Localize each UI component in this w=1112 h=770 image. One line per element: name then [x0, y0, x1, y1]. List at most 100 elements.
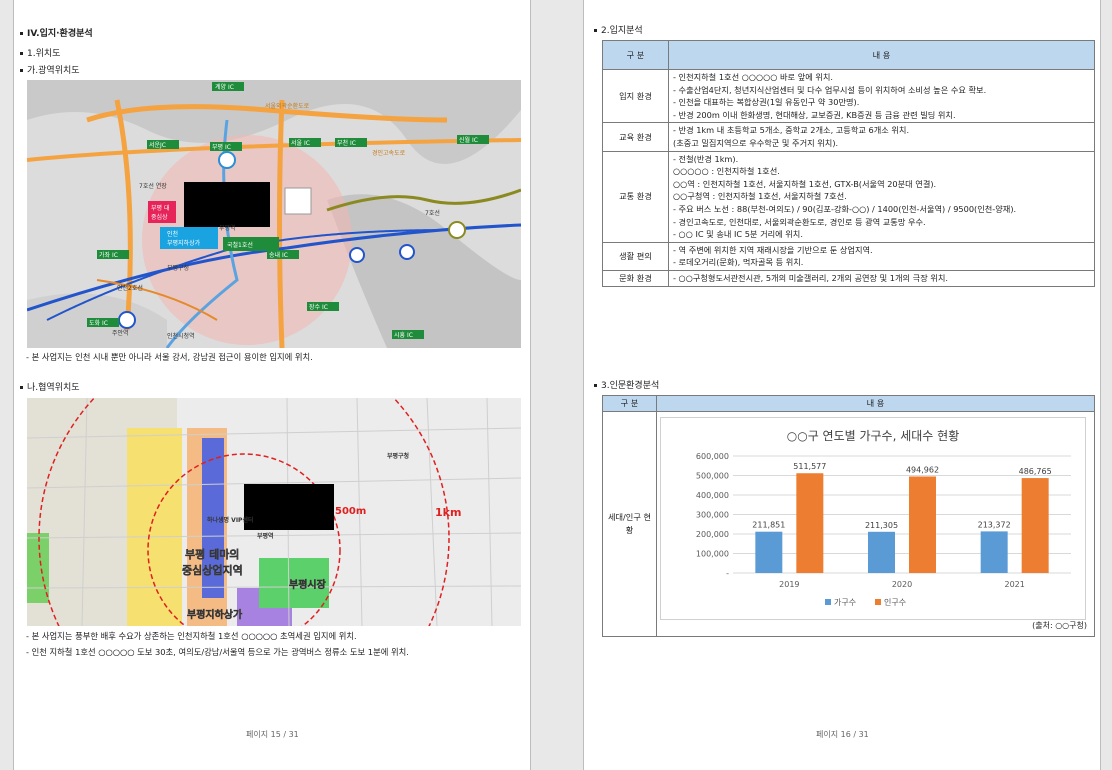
map-label: 부평 대 [151, 204, 169, 212]
table2-chart-cell: ○○구 연도별 가구수, 세대수 현황 600,000 500,000 400,000… [656, 411, 1095, 637]
section-title: IV.입지·환경분석 [20, 28, 93, 40]
legend-label: 인구수 [884, 597, 906, 607]
wide-area-map: 계양 IC 서울외곽순환도로 서운JC 부평 IC 서울 IC 부천 IC 신월… [27, 80, 521, 348]
narrow-map-caption-1: - 본 사업지는 풍부한 배후 수요가 상존하는 인천지하철 1호선 ○○○○○… [26, 631, 357, 641]
data-label: 213,372 [978, 520, 1011, 529]
content-line: - 반경 200m 이내 한화생명, 현대해상, 교보증권, KB증권 등 금융… [673, 109, 956, 120]
table-row-content: - 전철(반경 1km). ○○○○○ : 인천지하철 1호선. ○○역 : 인… [668, 150, 1095, 243]
wide-map-caption: - 본 사업지는 인천 시내 뿐만 아니라 서울 강서, 강남권 접근이 용이한… [26, 352, 313, 362]
bullet-icon [594, 29, 597, 32]
bar-population [909, 476, 936, 573]
bullet-icon [20, 32, 23, 35]
table-row: 생활 편의 - 역 주변에 위치한 지역 재래시장을 기반으로 둔 상업지역. - … [602, 241, 1095, 271]
bar-population [1021, 478, 1049, 573]
subheading-wide-map: 가.광역위치도 [20, 65, 80, 77]
map-label: 부천 IC [337, 139, 356, 147]
map-label: 하나생명 VIP센터 [207, 516, 253, 524]
map-label: 인천 [167, 230, 178, 238]
narrow-map-caption-2: - 인천 지하철 1호선 ○○○○○ 도보 30초, 여의도/강남/서울역 등으… [26, 647, 409, 657]
table2-header-content: 내 용 [656, 395, 1095, 412]
y-tick-label: 600,000 [696, 452, 729, 461]
map-label: 시흥 IC [394, 331, 413, 339]
content-line: (초중고 밀집지역으로 우수학군 및 주거지 위치). [673, 137, 839, 148]
map-label: 계양 IC [215, 83, 234, 91]
x-tick-label: 2019 [779, 580, 799, 589]
x-tick-label: 2021 [1004, 580, 1024, 589]
data-label: 494,962 [906, 465, 939, 474]
map-label: 7호선 연장 [139, 182, 167, 190]
content-line: - ○○구청형도서관전시관, 5개의 미술갤러리, 2개의 공연장 및 1개의 … [673, 272, 949, 283]
content-line: ○○구청역 : 인천지하철 1호선, 서울지하철 7호선. [673, 191, 847, 202]
wide-area-map-image: 계양 IC 서울외곽순환도로 서운JC 부평 IC 서울 IC 부천 IC 신월… [27, 80, 521, 348]
chart-title: ○○구 연도별 가구수, 세대수 현황 [787, 429, 960, 443]
map-label: 500m [335, 506, 366, 517]
bar-households [868, 531, 895, 573]
table2-header-category: 구 분 [602, 395, 657, 412]
map-label: 7호선 [425, 209, 440, 217]
page-number-left: 페이지 15 / 31 [246, 730, 299, 739]
page-right: 2.입지분석 구 분 내 용 입지 환경 - 인천지하철 1호선 ○○○○○ 바로… [583, 0, 1101, 770]
y-tick-label: 100,000 [696, 550, 729, 559]
bar-population [796, 473, 824, 573]
table-row-category: 입지 환경 [602, 68, 669, 124]
map-label: 부평역 [257, 532, 274, 540]
legend-label: 가구수 [834, 598, 856, 607]
map-label: 인천시청역 [167, 332, 195, 340]
y-tick-label: 300,000 [696, 511, 729, 520]
table-row-category: 문화 환경 [602, 269, 669, 287]
site-analysis-table: 구 분 내 용 입지 환경 - 인천지하철 1호선 ○○○○○ 바로 앞에 위치.… [602, 40, 1095, 287]
map-label: 장수 IC [309, 303, 328, 311]
content-line: - 로데오거리(문화), 먹자골목 등 위치. [673, 257, 804, 268]
table-header-category: 구 분 [602, 40, 669, 70]
content-line: - 전철(반경 1km). [673, 153, 739, 164]
map-label: 부평역 [219, 224, 236, 232]
content-line: - 역 주변에 위치한 지역 재래시장을 기반으로 둔 상업지역. [673, 244, 873, 255]
data-label: 511,577 [793, 462, 826, 471]
map-label: 인천2호선 [117, 284, 143, 292]
bar-households [980, 531, 1008, 573]
content-line: - 인천지하철 1호선 ○○○○○ 바로 앞에 위치. [673, 72, 834, 82]
map-label: 중심상 [151, 213, 168, 221]
content-line: - 수출산업4단지, 청년지식산업센터 및 다수 업무시설 등이 위치하여 소비… [673, 84, 987, 95]
map-label: 신월 IC [459, 136, 478, 144]
map-label: 서운JC [149, 141, 166, 149]
map-label: 중심상업지역 [182, 563, 243, 577]
narrow-area-map-image: 500m 1km 부평 테마의 중심상업지역 부평시장 부평지하상가 하나생명 … [27, 398, 521, 626]
table-row-content: - 인천지하철 1호선 ○○○○○ 바로 앞에 위치. - 수출산업4단지, 청년… [668, 68, 1095, 124]
data-label: 486,765 [1019, 467, 1052, 476]
table-row-content: - ○○구청형도서관전시관, 5개의 미술갤러리, 2개의 공연장 및 1개의 … [668, 269, 1095, 287]
map-label: 주안역 [112, 329, 129, 337]
map-label: 송내 IC [269, 251, 288, 259]
table-row-category: 교통 환경 [602, 150, 669, 243]
content-line: - ○○ IC 및 송내 IC 5분 거리에 위치. [673, 229, 803, 240]
page-left: IV.입지·환경분석 1.위치도 가.광역위치도 계양 IC 서울외곽순환도로 … [13, 0, 531, 770]
data-label: 211,851 [752, 521, 785, 530]
table-row: 교통 환경 - 전철(반경 1km). ○○○○○ : 인천지하철 1호선. ○○… [602, 150, 1095, 243]
map-label: 1km [435, 506, 461, 519]
table2-category: 세대/인구 현황 [602, 411, 657, 637]
bullet-icon [594, 384, 597, 387]
page-number-right: 페이지 16 / 31 [816, 730, 869, 739]
map-label: 부평 IC [212, 143, 231, 151]
subheading-location: 1.위치도 [20, 48, 60, 60]
map-label: 부평시장 [289, 578, 327, 591]
content-line: - 경인고속도로, 인천대로, 서울외곽순환도로, 경인로 등 광역 교통망 우… [673, 216, 926, 227]
demographics-table: 구 분 내 용 세대/인구 현황 ○○구 연도별 가구수, 세대수 현황 600,… [602, 395, 1095, 637]
table-row-category: 생활 편의 [602, 241, 669, 271]
content-line: ○○역 : 인천지하철 1호선, 서울지하철 1호선, GTX-B(서울역 20… [673, 178, 937, 189]
bullet-icon [20, 386, 23, 389]
y-tick-label: 400,000 [696, 491, 729, 500]
y-tick-label: - [726, 569, 729, 578]
legend-swatch-population [875, 599, 881, 605]
map-label: 서울 IC [291, 139, 310, 147]
subheading-site-analysis: 2.입지분석 [594, 25, 643, 37]
table-header-content: 내 용 [668, 40, 1095, 70]
content-line: - 주요 버스 노선 : 88(부천-여의도) / 90(김포-강화-○○) /… [673, 203, 1017, 214]
map-label: 부평지하상가 [187, 608, 243, 621]
narrow-area-map: 500m 1km 부평 테마의 중심상업지역 부평시장 부평지하상가 하나생명 … [27, 398, 521, 626]
household-chart: ○○구 연도별 가구수, 세대수 현황 600,000 500,000 400,000… [696, 429, 1071, 607]
bar-households [755, 531, 783, 573]
legend-swatch-households [825, 599, 831, 605]
map-label: 부평지하상가 [167, 239, 201, 247]
y-tick-label: 500,000 [696, 472, 729, 481]
